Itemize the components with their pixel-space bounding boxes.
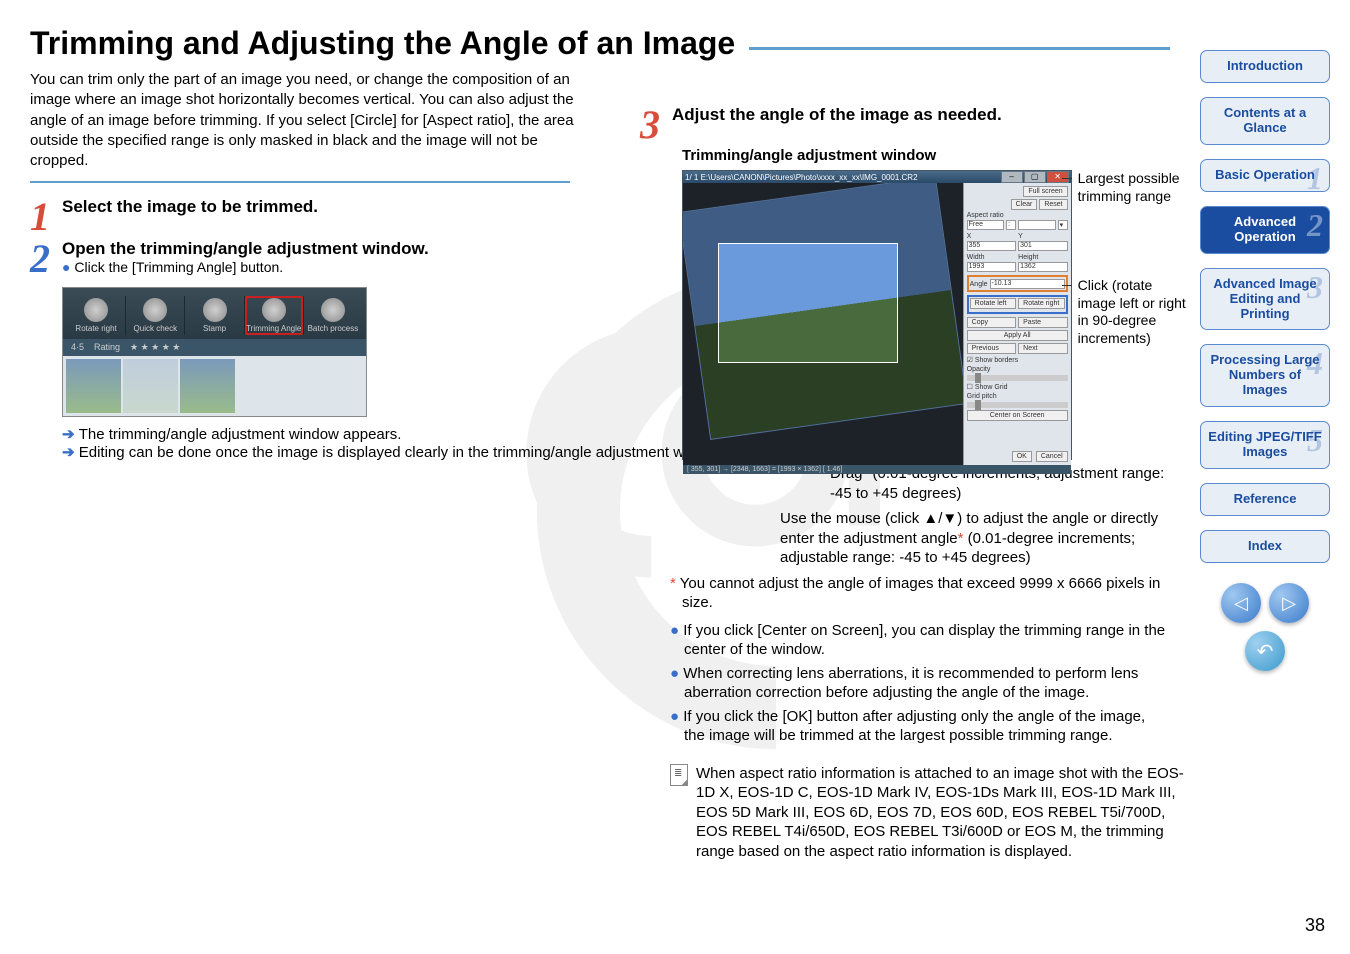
full-screen-button[interactable]: Full screen	[1023, 186, 1067, 197]
title-rule	[749, 47, 1170, 50]
sidebar-item-index[interactable]: Index	[1200, 530, 1330, 563]
sidebar-item-advanced-operation[interactable]: Advanced Operation2	[1200, 206, 1330, 254]
page-title: Trimming and Adjusting the Angle of an I…	[30, 25, 735, 62]
sidebar-item-editing-jpeg-tiff[interactable]: Editing JPEG/TIFF Images5	[1200, 421, 1330, 469]
height-field[interactable]: 1362	[1018, 262, 1068, 272]
sidebar-item-processing-large-numbers[interactable]: Processing Large Numbers of Images4	[1200, 344, 1330, 407]
tool-stamp[interactable]: Stamp	[185, 296, 244, 335]
rating-stars: ★ ★ ★ ★ ★	[130, 342, 180, 353]
note-icon	[670, 764, 688, 786]
show-borders-check[interactable]: ☑ Show borders	[967, 356, 1068, 364]
side-panel: Full screen Clear Reset Aspect ratio Fre…	[963, 183, 1071, 465]
aspect-ratio-note: When aspect ratio information is attache…	[696, 764, 1190, 862]
step-1-heading: Select the image to be trimmed.	[62, 197, 318, 233]
bullet-ok-trim: If you click the [OK] button after adjus…	[684, 707, 1170, 746]
stamp-icon	[203, 298, 227, 322]
prev-page-button[interactable]: ◁	[1221, 583, 1261, 623]
rotate-icon	[84, 298, 108, 322]
intro-paragraph: You can trim only the part of an image y…	[30, 70, 590, 171]
size-limit-note: * You cannot adjust the angle of images …	[670, 574, 1170, 613]
thumbnail[interactable]	[180, 359, 235, 413]
step-3-subhead: Trimming/angle adjustment window	[682, 147, 1190, 164]
step-3-heading: Adjust the angle of the image as needed.	[672, 105, 1002, 141]
angle-field[interactable]: -10.13	[990, 279, 1065, 289]
next-page-button[interactable]: ▷	[1269, 583, 1309, 623]
step-2-sub: Click the [Trimming Angle] button.	[62, 259, 429, 275]
sidebar-item-reference[interactable]: Reference	[1200, 483, 1330, 516]
step-1-number: 1	[30, 201, 62, 233]
width-field[interactable]: 1993	[967, 262, 1017, 272]
thumbnail[interactable]	[66, 359, 121, 413]
x-field[interactable]: 355	[967, 241, 1017, 251]
next-button[interactable]: Next	[1018, 343, 1068, 354]
y-field[interactable]: 301	[1018, 241, 1068, 251]
step-2-number: 2	[30, 243, 62, 275]
max-icon[interactable]: ▢	[1024, 171, 1046, 183]
tool-rotate-right[interactable]: Rotate right	[67, 296, 126, 335]
image-canvas[interactable]	[683, 183, 963, 465]
rating-label: Rating	[94, 342, 120, 353]
previous-button[interactable]: Previous	[967, 343, 1017, 354]
reset-button[interactable]: Reset	[1039, 199, 1067, 210]
trimming-window: 1/ 1 E:\Users\CANON\Pictures\Photo\xxxx_…	[682, 170, 1072, 460]
tool-batch-process[interactable]: Batch process	[304, 296, 362, 335]
apply-all-button[interactable]: Apply All	[967, 330, 1068, 341]
close-icon[interactable]: ✕	[1047, 171, 1069, 183]
toolbar-figure: Rotate right Quick check Stamp Trimming …	[62, 287, 367, 417]
thumbnail[interactable]	[123, 359, 178, 413]
back-button[interactable]: ↶	[1245, 631, 1285, 671]
tool-quick-check[interactable]: Quick check	[126, 296, 185, 335]
crop-icon	[262, 298, 286, 322]
aspect-field[interactable]: Free	[967, 220, 1005, 230]
paste-button[interactable]: Paste	[1018, 317, 1068, 328]
page-number: 38	[1305, 915, 1325, 936]
batch-icon	[321, 298, 345, 322]
angle-mouse-note: Use the mouse (click ▲/▼) to adjust the …	[780, 509, 1190, 568]
sidebar-item-introduction[interactable]: Introduction	[1200, 50, 1330, 83]
step-2-heading: Open the trimming/angle adjustment windo…	[62, 239, 429, 259]
show-grid-check[interactable]: ☐ Show Grid	[967, 383, 1068, 391]
tool-trimming-angle[interactable]: Trimming Angle	[245, 296, 304, 335]
cancel-button[interactable]: Cancel	[1036, 451, 1068, 462]
step-3-number: 3	[640, 109, 672, 141]
copy-button[interactable]: Copy	[967, 317, 1017, 328]
sidebar-item-advanced-image-editing[interactable]: Advanced Image Editing and Printing3	[1200, 268, 1330, 331]
magnifier-icon	[143, 298, 167, 322]
rotate-left-button[interactable]: Rotate left	[970, 298, 1017, 309]
grid-pitch-slider[interactable]	[967, 402, 1068, 408]
section-divider	[30, 181, 570, 183]
callout-rotate-buttons: Click (rotate image left or right in 90-…	[1072, 277, 1190, 347]
status-bar: [ 355, 301] → [2348, 1663] = [1993 × 136…	[683, 465, 1071, 474]
aspect-label: Aspect ratio	[967, 212, 1068, 219]
dropdown-icon[interactable]: ▾	[1058, 220, 1068, 230]
center-screen-button[interactable]: Center on Screen	[967, 410, 1068, 421]
window-titlebar: 1/ 1 E:\Users\CANON\Pictures\Photo\xxxx_…	[685, 173, 918, 182]
bullet-center-screen: If you click [Center on Screen], you can…	[684, 621, 1170, 660]
sidebar-item-basic-operation[interactable]: Basic Operation1	[1200, 159, 1330, 192]
sidebar-nav: Introduction Contents at a Glance Basic …	[1195, 50, 1335, 671]
clear-button[interactable]: Clear	[1011, 199, 1038, 210]
bullet-lens-aberration: When correcting lens aberrations, it is …	[684, 664, 1170, 703]
rotate-right-button[interactable]: Rotate right	[1018, 298, 1065, 309]
ok-button[interactable]: OK	[1012, 451, 1032, 462]
opacity-slider[interactable]	[967, 375, 1068, 381]
callout-trim-range: Largest possible trimming range	[1072, 170, 1190, 205]
crop-rectangle[interactable]	[718, 243, 898, 363]
label-45: 4·5	[71, 342, 84, 353]
sidebar-item-contents[interactable]: Contents at a Glance	[1200, 97, 1330, 145]
min-icon[interactable]: –	[1001, 171, 1023, 183]
